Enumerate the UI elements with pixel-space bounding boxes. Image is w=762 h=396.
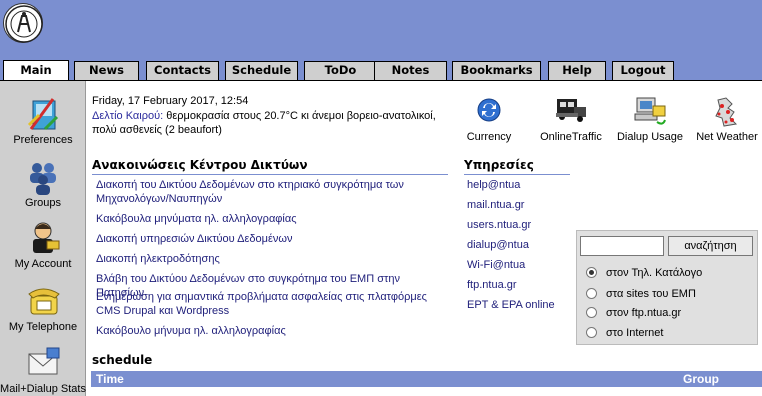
sidebar-item-preferences[interactable]: Preferences xyxy=(0,95,86,146)
sidebar-item-my-account[interactable]: My Account xyxy=(0,219,86,270)
news-divider xyxy=(92,174,448,175)
shortcut-label: OnlineTraffic xyxy=(540,131,602,143)
groups-icon xyxy=(30,163,56,195)
shortcut-dialup-usage[interactable]: Dialup Usage xyxy=(614,96,686,143)
net-weather-icon xyxy=(715,97,738,127)
service-link[interactable]: mail.ntua.gr xyxy=(467,198,555,218)
tab-news[interactable]: News xyxy=(74,61,139,80)
radio-button[interactable] xyxy=(586,288,597,299)
radio-button[interactable] xyxy=(586,307,597,318)
sidebar-item-label: My Account xyxy=(14,258,72,270)
shortcut-currency[interactable]: Currency xyxy=(464,97,514,143)
mail-stats-icon xyxy=(28,347,60,375)
news-item[interactable]: Διακοπή του Δικτύου Δεδομένων στο κτηρια… xyxy=(96,178,448,212)
weather-report: Δελτίο Καιρού: θερμοκρασία στους 20.7°C … xyxy=(92,109,442,137)
tab-logout[interactable]: Logout xyxy=(612,61,674,80)
services-list: help@ntua mail.ntua.gr users.ntua.gr dia… xyxy=(467,178,555,318)
tab-notes[interactable]: Notes xyxy=(374,61,447,80)
service-link[interactable]: EPT & EPA online xyxy=(467,298,555,318)
search-option-internet[interactable]: στο Internet xyxy=(586,327,663,341)
sidebar-item-label: Preferences xyxy=(13,134,73,146)
tab-contacts[interactable]: Contacts xyxy=(146,61,219,80)
services-divider xyxy=(464,174,570,175)
dialup-icon xyxy=(634,97,666,125)
schedule-col-time: Time xyxy=(96,372,124,386)
tab-schedule[interactable]: Schedule xyxy=(225,61,298,80)
sidebar-item-label: Mail+Dialup Stats xyxy=(0,383,86,395)
radio-button[interactable] xyxy=(586,267,597,278)
schedule-col-group: Group xyxy=(683,372,719,386)
sidebar-item-mail-dialup-stats[interactable]: Mail+Dialup Stats xyxy=(0,344,86,395)
service-link[interactable]: Wi-Fi@ntua xyxy=(467,258,555,278)
news-item[interactable]: Διακοπή υπηρεσιών Δικτύου Δεδομένων xyxy=(96,232,448,252)
news-item[interactable]: Κακόβουλο μήνυμα ηλ. αλληλογραφίας xyxy=(96,324,448,340)
ntua-logo[interactable] xyxy=(3,3,43,43)
search-option-ftp[interactable]: στον ftp.ntua.gr xyxy=(586,307,681,321)
services-title: Υπηρεσίες xyxy=(464,158,534,172)
schedule-title: schedule xyxy=(92,353,153,367)
news-item[interactable]: Ενημέρωση για σημαντικά προβλήματα ασφαλ… xyxy=(96,290,448,324)
shortcut-online-traffic[interactable]: OnlineTraffic xyxy=(538,95,604,143)
weather-link[interactable]: Δελτίο Καιρού: xyxy=(92,110,163,122)
sidebar: Preferences Groups My Account My Telepho… xyxy=(0,81,86,396)
currency-icon xyxy=(477,98,501,122)
search-option-ntua-sites[interactable]: στα sites του ΕΜΠ xyxy=(586,288,696,302)
tab-bar-divider xyxy=(0,80,762,81)
search-option-phonebook[interactable]: στον Τηλ. Κατάλογο xyxy=(586,267,702,281)
news-title: Ανακοινώσεις Κέντρου Δικτύων xyxy=(92,158,308,172)
news-item[interactable]: Κακόβουλα μηνύματα ηλ. αλληλογραφίας xyxy=(96,212,448,232)
tab-help[interactable]: Help xyxy=(548,61,606,80)
account-icon xyxy=(33,222,60,253)
tab-bookmarks[interactable]: Bookmarks xyxy=(452,61,541,80)
news-item[interactable]: Διακοπή ηλεκτροδότησης xyxy=(96,252,448,272)
search-input[interactable] xyxy=(580,236,664,256)
news-item[interactable]: Βλάβη του Δικτύου Δεδομένων στο συγκρότη… xyxy=(96,272,448,299)
radio-button[interactable] xyxy=(586,327,597,338)
sidebar-item-label: My Telephone xyxy=(8,321,78,333)
preferences-icon xyxy=(27,98,59,131)
search-panel: αναζήτηση στον Τηλ. Κατάλογο στα sites τ… xyxy=(576,230,758,345)
tab-todo[interactable]: ToDo xyxy=(304,61,377,80)
sidebar-item-label: Groups xyxy=(24,197,62,209)
telephone-icon xyxy=(28,288,60,315)
shortcut-net-weather[interactable]: Net Weather xyxy=(694,96,760,143)
current-date: Friday, 17 February 2017, 12:54 xyxy=(92,95,249,107)
sidebar-item-groups[interactable]: Groups xyxy=(0,158,86,209)
schedule-header: Time Group xyxy=(91,371,762,387)
shortcut-label: Net Weather xyxy=(696,131,758,143)
service-link[interactable]: users.ntua.gr xyxy=(467,218,555,238)
tab-bar: Main News Contacts Schedule ToDo Notes B… xyxy=(0,60,762,81)
service-link[interactable]: ftp.ntua.gr xyxy=(467,278,555,298)
service-link[interactable]: help@ntua xyxy=(467,178,555,198)
search-button[interactable]: αναζήτηση xyxy=(668,236,753,256)
sidebar-item-my-telephone[interactable]: My Telephone xyxy=(0,282,86,333)
shortcut-label: Dialup Usage xyxy=(616,131,684,143)
news-list: Διακοπή του Δικτύου Δεδομένων στο κτηρια… xyxy=(96,178,448,340)
traffic-icon xyxy=(556,99,586,122)
tab-main[interactable]: Main xyxy=(3,60,69,81)
shortcut-label: Currency xyxy=(466,131,512,143)
service-link[interactable]: dialup@ntua xyxy=(467,238,555,258)
